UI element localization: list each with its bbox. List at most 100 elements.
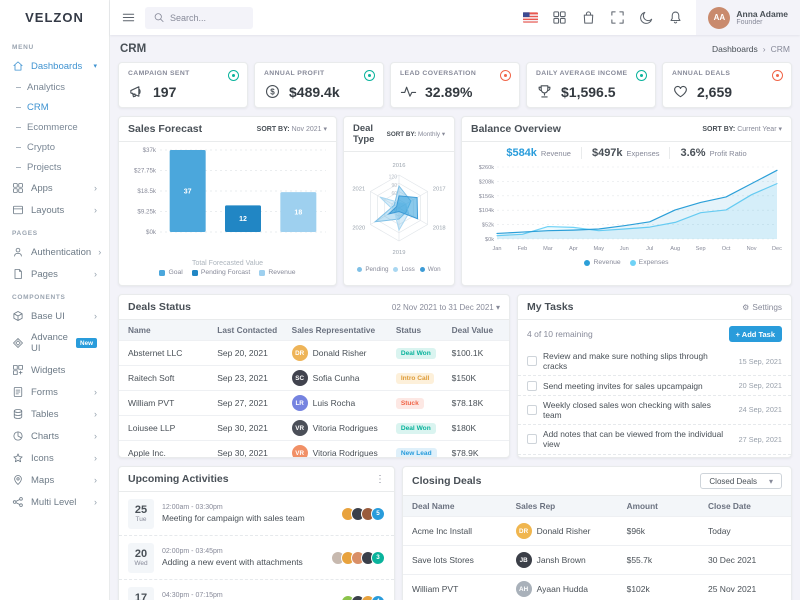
dash-icon — [16, 147, 21, 148]
kpi-card: DAILY AVERAGE INCOME $1,596.5 — [526, 62, 656, 108]
sales-forecast-chart: $0k$9.25k$18.5k$27.75k$37k371218 — [119, 142, 336, 262]
avatar: JB — [516, 552, 532, 568]
user-menu[interactable]: AA Anna Adame Founder — [696, 0, 800, 35]
stat-label: Revenue — [541, 149, 571, 158]
chevron-right-icon: › — [94, 432, 97, 441]
amount: $96k — [627, 526, 708, 536]
sidebar-item[interactable]: Forms › — [0, 381, 109, 403]
sidebar-item[interactable]: Apps › — [0, 177, 109, 199]
sort-dropdown[interactable]: SORT BY: Monthly ▾ — [387, 131, 445, 138]
stat-label: Expenses — [627, 149, 660, 158]
language-flag-icon[interactable] — [522, 10, 538, 26]
task-checkbox[interactable] — [527, 356, 537, 366]
chart-legend: PendingLossWon — [344, 264, 454, 277]
sidebar-subitem[interactable]: CRM — [0, 97, 109, 117]
svg-text:Sep: Sep — [696, 246, 706, 252]
sidebar-subitem[interactable]: Ecommerce — [0, 117, 109, 137]
sidebar-item[interactable]: Pages › — [0, 263, 109, 285]
dark-mode-moon-icon[interactable] — [638, 10, 654, 26]
trend-indicator-icon — [364, 70, 375, 81]
sidebar-item[interactable]: Multi Level › — [0, 491, 109, 513]
avatar: VR — [292, 445, 308, 458]
sidebar-item[interactable]: Advance UI New — [0, 327, 109, 359]
kpi-label: DAILY AVERAGE INCOME — [536, 70, 646, 77]
task-checkbox[interactable] — [527, 381, 537, 391]
svg-text:$37k: $37k — [143, 147, 157, 154]
sales-representative: VR Vitoria Rodrigues — [292, 445, 396, 458]
sidebar-subitem-label: Crypto — [27, 142, 55, 153]
cart-icon[interactable] — [580, 10, 596, 26]
sidebar-item-label: Pages — [31, 269, 58, 280]
sidebar-menu-links: Apps › Layouts › — [0, 177, 109, 221]
sidebar-section-components: COMPONENTS — [0, 285, 109, 305]
avatar-group: 3 — [335, 551, 385, 565]
table-row: Save lots Stores JB Jansh Brown $55.7k 3… — [403, 545, 791, 574]
brand-logo[interactable]: VELZON — [0, 0, 109, 35]
close-date: Today — [708, 526, 782, 536]
sidebar-item[interactable]: Widgets — [0, 359, 109, 381]
sidebar-page-links: Authentication › Pages › — [0, 241, 109, 285]
activity-item: 20 Wed 02:00pm - 03:45pm Adding a new ev… — [119, 535, 394, 579]
legend-item: Revenue — [584, 259, 620, 266]
hamburger-menu-icon[interactable] — [120, 10, 136, 26]
legend-item: Revenue — [259, 269, 295, 276]
apps-grid-icon[interactable] — [551, 10, 567, 26]
user-role: Founder — [736, 19, 788, 26]
gear-icon: ⚙ — [742, 302, 749, 312]
stat-value: 3.6% — [680, 147, 705, 159]
sidebar-item-label: Advance UI — [31, 332, 69, 354]
task-item: Weekly closed sales won checking with sa… — [518, 395, 791, 424]
last-contacted: Sep 27, 2021 — [217, 398, 291, 408]
search-input[interactable] — [170, 13, 242, 23]
notifications-bell-icon[interactable] — [667, 10, 683, 26]
date-range-dropdown[interactable]: 02 Nov 2021 to 31 Dec 2021 ▾ — [392, 303, 500, 312]
svg-text:$156k: $156k — [479, 194, 494, 200]
closing-deals-card: Closing Deals Closed Deals▾ Deal Name Sa… — [402, 466, 792, 600]
sidebar-item[interactable]: Base UI › — [0, 305, 109, 327]
sidebar-item-dashboards[interactable]: Dashboards ▾ — [0, 55, 109, 77]
legend-marker — [393, 267, 398, 272]
legend-marker — [192, 270, 198, 276]
kpi-icon — [672, 83, 689, 100]
sidebar-subitem-label: CRM — [27, 102, 49, 113]
breadcrumb-root[interactable]: Dashboards — [712, 44, 758, 54]
sidebar-item[interactable]: Charts › — [0, 425, 109, 447]
sort-dropdown[interactable]: SORT BY: Current Year ▾ — [702, 125, 782, 133]
kebab-menu-icon[interactable]: ⋮ — [375, 474, 385, 485]
sidebar-subitem[interactable]: Analytics — [0, 77, 109, 97]
sidebar-subitem-label: Ecommerce — [27, 122, 78, 133]
last-contacted: Sep 30, 2021 — [217, 423, 291, 433]
sales-representative: SC Sofia Cunha — [292, 370, 396, 386]
deal-value: $78.18K — [452, 398, 500, 408]
task-checkbox[interactable] — [527, 405, 537, 415]
sidebar-dashboard-children: Analytics CRM Ecommerce Crypto — [0, 77, 109, 177]
charts-row: Sales Forecast SORT BY: Nov 2021 ▾ $0k$9… — [118, 116, 792, 286]
settings-button[interactable]: ⚙Settings — [742, 302, 782, 312]
sidebar-item-icon — [12, 182, 24, 194]
sidebar-subitem[interactable]: Crypto — [0, 137, 109, 157]
svg-text:$52k: $52k — [482, 223, 494, 229]
sidebar-item-icon — [12, 496, 24, 508]
chart-legend: RevenueExpenses — [462, 257, 791, 270]
search-box — [145, 7, 253, 29]
sidebar-item[interactable]: Authentication › — [0, 241, 109, 263]
sort-dropdown[interactable]: SORT BY: Nov 2021 ▾ — [257, 125, 327, 133]
closed-deals-select[interactable]: Closed Deals▾ — [700, 473, 782, 489]
sidebar-item[interactable]: Layouts › — [0, 199, 109, 221]
add-task-button[interactable]: + Add Task — [729, 326, 782, 342]
sidebar-subitem[interactable]: Projects — [0, 157, 109, 177]
task-checkbox[interactable] — [527, 434, 537, 444]
avatar: AA — [708, 7, 730, 29]
sidebar-item[interactable]: Icons › — [0, 447, 109, 469]
avatar: DR — [292, 345, 308, 361]
activity-list: 25 Tue 12:00am - 03:30pm Meeting for cam… — [119, 492, 394, 600]
activity-title: Adding a new event with attachments — [162, 557, 327, 567]
sidebar-item[interactable]: Maps › — [0, 469, 109, 491]
sidebar-subitem-label: Projects — [27, 162, 61, 173]
sidebar-item[interactable]: Tables › — [0, 403, 109, 425]
page-content: CRM Dashboards › CRM CAMPAIGN SENT 197 — [110, 35, 800, 600]
deal-value: $150K — [452, 373, 500, 383]
last-contacted: Sep 23, 2021 — [217, 373, 291, 383]
fullscreen-icon[interactable] — [609, 10, 625, 26]
trend-indicator-icon — [228, 70, 239, 81]
